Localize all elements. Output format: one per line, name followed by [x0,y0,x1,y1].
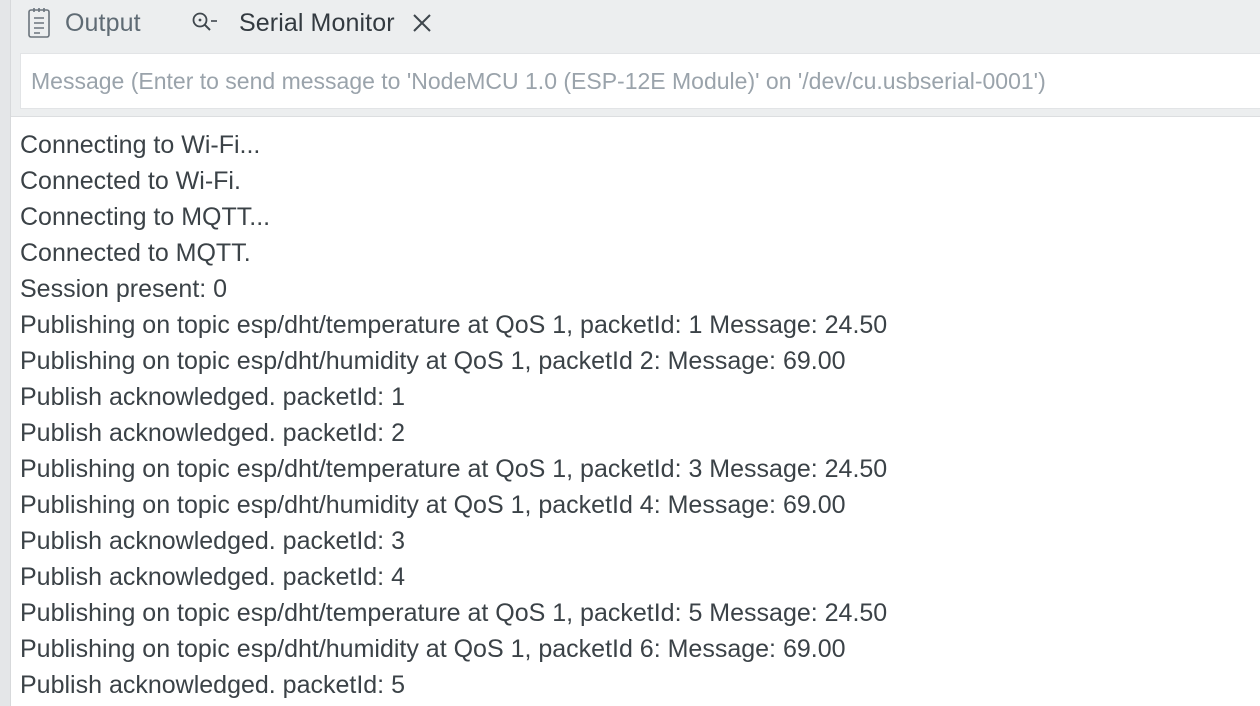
output-log-icon [27,7,51,39]
tab-output[interactable]: Output [27,0,141,46]
serial-monitor-window: Output Serial Monitor Message (Enter to … [0,0,1260,706]
log-line: Publishing on topic esp/dht/temperature … [20,599,888,627]
panel-header: Output Serial Monitor [11,0,1260,117]
log-line: Connected to MQTT. [20,239,251,267]
log-line: Publishing on topic esp/dht/humidity at … [20,491,846,519]
tab-serial-monitor[interactable]: Serial Monitor [191,0,435,46]
log-line: Publishing on topic esp/dht/temperature … [20,311,888,339]
tab-serial-monitor-label: Serial Monitor [239,8,395,37]
tab-output-label: Output [65,8,141,37]
log-line: Publishing on topic esp/dht/humidity at … [20,635,846,663]
log-line: Publish acknowledged. packetId: 3 [20,527,405,555]
log-line: Connecting to Wi-Fi... [20,131,261,159]
log-line: Publishing on topic esp/dht/humidity at … [20,347,846,375]
serial-monitor-icon [191,11,219,35]
editor-edge [0,0,11,706]
log-line: Publish acknowledged. packetId: 1 [20,383,405,411]
bottom-panel: Output Serial Monitor Message (Enter to … [11,0,1260,706]
message-input[interactable] [21,54,1260,108]
message-field [20,53,1260,109]
log-line: Session present: 0 [20,275,228,303]
serial-output-log: Connecting to Wi-Fi... Connected to Wi-Fi… [20,127,1260,703]
log-line: Publishing on topic esp/dht/temperature … [20,455,888,483]
log-line: Publish acknowledged. packetId: 5 [20,671,405,699]
close-icon[interactable] [409,10,435,36]
log-line: Publish acknowledged. packetId: 2 [20,419,405,447]
log-line: Connecting to MQTT... [20,203,271,231]
log-line: Connected to Wi-Fi. [20,167,241,195]
panel-tabbar: Output Serial Monitor [11,0,1260,46]
log-line: Publish acknowledged. packetId: 4 [20,563,405,591]
